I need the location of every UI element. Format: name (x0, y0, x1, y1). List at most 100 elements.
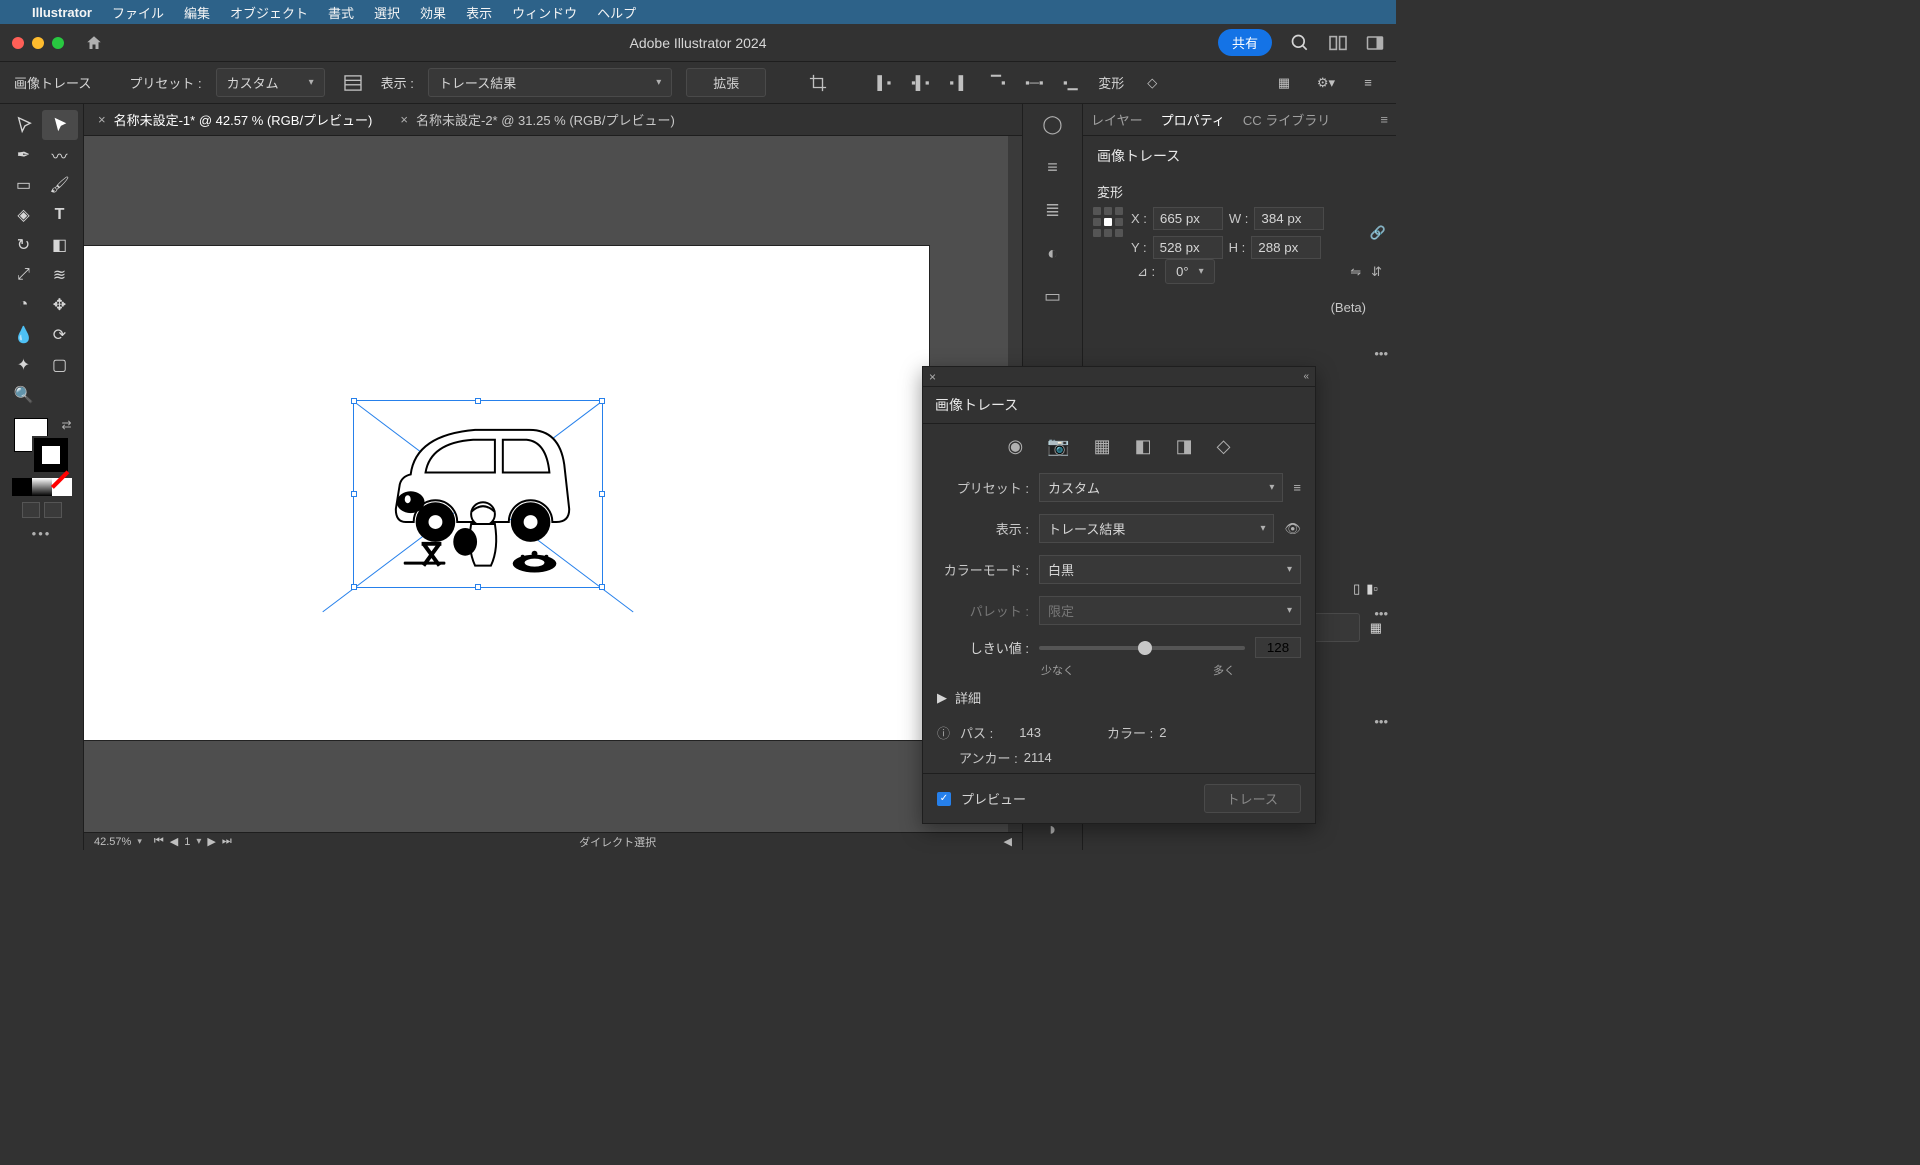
crop-icon[interactable] (804, 69, 832, 97)
close-window-icon[interactable] (12, 37, 24, 49)
close-tab-icon[interactable]: × (98, 112, 106, 127)
align-right-icon[interactable]: ▪▐ (942, 69, 970, 97)
preset-dropdown[interactable]: カスタム ▾ (216, 68, 325, 97)
free-transform-tool[interactable]: ✥ (42, 290, 78, 320)
layers-tab[interactable]: レイヤー (1091, 110, 1143, 129)
properties-tab[interactable]: プロパティ (1161, 110, 1225, 129)
home-icon[interactable] (84, 34, 104, 52)
resize-handle[interactable] (599, 584, 605, 590)
full-screen-icon[interactable] (44, 502, 62, 518)
menu-effect[interactable]: 効果 (420, 3, 446, 22)
artboard-tool[interactable]: ▢ (42, 350, 78, 380)
placed-image-selection[interactable] (353, 400, 603, 588)
align-left-icon[interactable]: ▌▪ (870, 69, 898, 97)
high-color-icon[interactable]: 📷 (1047, 436, 1069, 457)
stroke-panel-icon[interactable]: ≡ (1047, 157, 1058, 178)
y-input[interactable] (1153, 236, 1223, 259)
more-options-icon[interactable]: ••• (1374, 606, 1388, 621)
close-tab-icon[interactable]: × (400, 112, 408, 127)
app-name[interactable]: Illustrator (32, 5, 92, 20)
detail-toggle[interactable]: ▶ 詳細 (923, 678, 1315, 717)
view-dropdown[interactable]: トレース結果▾ (1039, 514, 1274, 543)
auto-color-icon[interactable]: ◉ (1007, 436, 1023, 457)
rotate-tool[interactable]: ↻ (6, 230, 42, 260)
grayscale-icon[interactable]: ◧ (1135, 436, 1152, 457)
type-tool[interactable]: T (42, 200, 78, 230)
outline-icon[interactable]: ◇ (1217, 436, 1231, 457)
artboard-nav-next-icon[interactable]: ▶ (207, 835, 215, 848)
zoom-tool[interactable]: 🔍 (6, 380, 42, 410)
eye-icon[interactable]: 👁 (1284, 521, 1301, 537)
resize-handle[interactable] (599, 491, 605, 497)
low-color-icon[interactable]: ▦ (1094, 436, 1111, 457)
align-top-icon[interactable]: ▔▪ (984, 69, 1012, 97)
grid-icon[interactable]: ▦ (1270, 69, 1298, 97)
menu-file[interactable]: ファイル (112, 3, 164, 22)
panel-menu-icon[interactable]: ≡ (1354, 69, 1382, 97)
menu-help[interactable]: ヘルプ (597, 3, 636, 22)
expand-button[interactable]: 拡張 (686, 68, 766, 97)
document-tab-2[interactable]: × 名称未設定-2* @ 31.25 % (RGB/プレビュー) (386, 104, 688, 135)
workspace-icon[interactable] (1366, 35, 1384, 51)
open-panel-icon[interactable]: ▦ (1370, 620, 1382, 636)
cc-libraries-tab[interactable]: CC ライブラリ (1243, 110, 1330, 129)
threshold-slider[interactable] (1039, 646, 1245, 650)
view-dropdown[interactable]: トレース結果 ▾ (428, 68, 672, 97)
scroll-left-icon[interactable]: ◀ (1004, 835, 1012, 848)
swap-fill-stroke-icon[interactable]: ⇄ (61, 418, 71, 432)
rectangle-tool[interactable]: ▭ (6, 170, 42, 200)
shaper-tool[interactable]: ◈ (6, 200, 42, 230)
minimize-window-icon[interactable] (32, 37, 44, 49)
resize-handle[interactable] (475, 398, 481, 404)
curvature-tool[interactable]: 〰 (42, 140, 78, 170)
trace-panel-icon[interactable] (339, 69, 367, 97)
eyedropper-tool[interactable]: 💧 (6, 320, 42, 350)
normal-screen-icon[interactable] (22, 502, 40, 518)
align-center-h-icon[interactable]: ▪▌▪ (906, 69, 934, 97)
transform-link[interactable]: 変形 (1098, 73, 1124, 92)
artboard-number[interactable]: 1 (184, 836, 190, 848)
pen-tool[interactable]: ✒ (6, 140, 42, 170)
reference-point-widget[interactable] (1093, 207, 1125, 239)
scale-tool[interactable]: ⤢ (6, 260, 42, 290)
resize-handle[interactable] (351, 398, 357, 404)
color-panel-icon[interactable]: ◯ (1042, 114, 1062, 135)
flip-v-icon[interactable]: ⇵ (1371, 264, 1382, 280)
align-middle-icon[interactable]: ▪─▪ (1020, 69, 1048, 97)
document-tab-1[interactable]: × 名称未設定-1* @ 42.57 % (RGB/プレビュー) (84, 104, 386, 135)
arrange-icon[interactable] (1328, 35, 1348, 51)
flip-h-icon[interactable]: ⇋ (1350, 264, 1361, 280)
solid-color-icon[interactable] (12, 478, 32, 496)
close-panel-icon[interactable]: × (929, 370, 936, 384)
artboard-nav-first-icon[interactable]: ⏮ (154, 835, 164, 848)
zoom-window-icon[interactable] (52, 37, 64, 49)
edit-toolbar-icon[interactable]: ••• (32, 526, 52, 541)
symbol-sprayer-tool[interactable]: ✦ (6, 350, 42, 380)
share-button[interactable]: 共有 (1218, 29, 1272, 56)
zoom-dropdown[interactable]: 42.57% (94, 836, 131, 848)
align-bottom-icon[interactable]: ▪▁ (1056, 69, 1084, 97)
x-input[interactable] (1153, 207, 1223, 230)
artboard-nav-last-icon[interactable]: ⏭ (222, 835, 232, 848)
stroke-swatch[interactable] (32, 436, 70, 474)
eraser-tool[interactable]: ◧ (42, 230, 78, 260)
rotate-dropdown[interactable]: 0°▾ (1165, 259, 1214, 284)
isolate-icon[interactable]: ◇ (1138, 69, 1166, 97)
menu-object[interactable]: オブジェクト (230, 3, 308, 22)
resize-handle[interactable] (351, 491, 357, 497)
panel-menu-icon[interactable]: ≡ (1380, 112, 1388, 127)
resize-handle[interactable] (351, 584, 357, 590)
gradient-icon[interactable] (32, 478, 52, 496)
menu-type[interactable]: 書式 (328, 3, 354, 22)
artboard-nav-prev-icon[interactable]: ◀ (170, 835, 178, 848)
more-options-icon[interactable]: ••• (1374, 714, 1388, 729)
collapse-panel-icon[interactable]: « (1303, 371, 1309, 382)
fill-stroke-swatch[interactable]: ⇄ (12, 418, 72, 474)
search-icon[interactable] (1290, 33, 1310, 53)
preset-dropdown[interactable]: カスタム▾ (1039, 473, 1283, 502)
slider-thumb[interactable] (1138, 641, 1152, 655)
menu-window[interactable]: ウィンドウ (512, 3, 577, 22)
none-color-icon[interactable] (52, 478, 72, 496)
canvas[interactable] (84, 136, 1022, 850)
appearance-panel-icon[interactable]: ◐ (1047, 243, 1058, 264)
